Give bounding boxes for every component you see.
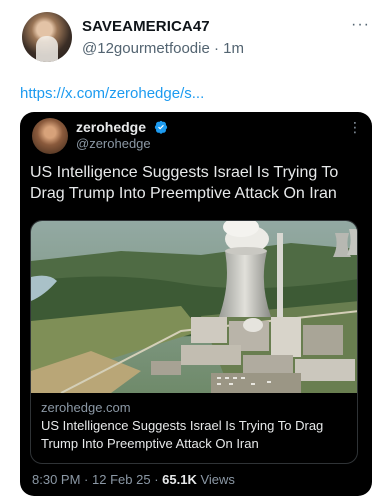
post-time[interactable]: 1m bbox=[223, 40, 244, 57]
meta-date[interactable]: 12 Feb 25 bbox=[92, 472, 151, 487]
link-preview[interactable]: zerohedge.com US Intelligence Suggests I… bbox=[30, 220, 358, 464]
card-avatar[interactable] bbox=[32, 118, 68, 154]
card-author-label: zerohedge bbox=[76, 119, 147, 135]
embedded-post-card[interactable]: zerohedge @zerohedge ⋮ US Intelligence S… bbox=[20, 112, 372, 496]
card-author-name[interactable]: zerohedge bbox=[76, 119, 168, 135]
preview-title: US Intelligence Suggests Israel Is Tryin… bbox=[41, 418, 324, 451]
meta-separator: · bbox=[154, 472, 159, 487]
display-name[interactable]: SAVEAMERICA47 bbox=[82, 18, 210, 35]
post-header: SAVEAMERICA47 @12gourmetfoodie · 1m ··· bbox=[12, 10, 376, 66]
avatar[interactable] bbox=[22, 12, 72, 62]
more-options-icon[interactable]: ··· bbox=[351, 16, 370, 34]
post-meta: 8:30 PM · 12 Feb 25 · 65.1K Views bbox=[32, 472, 235, 487]
views-count[interactable]: 65.1K bbox=[162, 472, 197, 487]
meta-separator: · bbox=[84, 472, 89, 487]
user-handle[interactable]: @12gourmetfoodie bbox=[82, 40, 210, 57]
views-label: Views bbox=[200, 472, 235, 487]
card-more-icon[interactable]: ⋮ bbox=[348, 120, 362, 134]
separator-dot: · bbox=[213, 40, 219, 57]
card-author-handle[interactable]: @zerohedge bbox=[76, 136, 151, 151]
post-link[interactable]: https://x.com/zerohedge/s... bbox=[20, 85, 204, 102]
preview-domain: zerohedge.com bbox=[41, 400, 131, 415]
verified-badge-icon bbox=[154, 120, 168, 134]
meta-time[interactable]: 8:30 PM bbox=[32, 472, 80, 487]
handle-line: @12gourmetfoodie · 1m bbox=[82, 40, 244, 57]
card-post-text: US Intelligence Suggests Israel Is Tryin… bbox=[30, 164, 339, 202]
nuclear-plant-photo bbox=[31, 221, 357, 393]
